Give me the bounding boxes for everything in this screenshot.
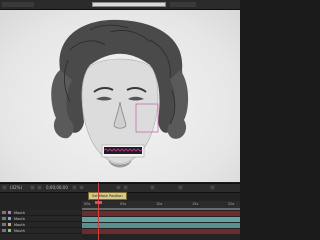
eye-icon[interactable] xyxy=(2,229,6,232)
title-bar xyxy=(0,0,240,10)
ruler-tick: 15s xyxy=(192,202,199,206)
layer-name: Mouth xyxy=(14,229,25,233)
camera-icon[interactable] xyxy=(72,185,77,190)
ruler-tick: 00s xyxy=(84,202,91,206)
layer-list: Mouth Mouth Mouth Mouth xyxy=(0,210,82,240)
ruler-tick: 10s xyxy=(156,202,163,206)
composition-viewer[interactable] xyxy=(0,10,240,182)
channel-icon[interactable] xyxy=(79,185,84,190)
playhead-line[interactable] xyxy=(98,183,99,240)
layer-track-bar[interactable] xyxy=(82,217,240,222)
tooltip: Set Mask Position xyxy=(88,192,127,200)
always-preview-toggle[interactable] xyxy=(2,185,7,190)
region-icon[interactable] xyxy=(123,185,128,190)
zoom-dropdown[interactable]: (42%) xyxy=(10,185,22,191)
label-color-swatch[interactable] xyxy=(8,229,11,232)
mask-visibility-toggle[interactable] xyxy=(37,185,42,190)
url-field[interactable] xyxy=(92,2,166,7)
eye-icon[interactable] xyxy=(2,211,6,214)
label-color-swatch[interactable] xyxy=(8,223,11,226)
layer-track-bar[interactable] xyxy=(82,211,240,216)
layer-row[interactable]: Mouth xyxy=(0,228,82,234)
timecode-display[interactable]: 0;00;00;00 xyxy=(46,185,68,191)
exposure-icon[interactable] xyxy=(210,185,215,190)
face-illustration xyxy=(51,19,189,168)
panel-tab[interactable] xyxy=(2,2,34,7)
playhead-handle[interactable] xyxy=(95,201,102,204)
label-color-swatch[interactable] xyxy=(8,217,11,220)
resolution-dropdown[interactable] xyxy=(116,185,121,190)
menu-area[interactable] xyxy=(170,2,196,7)
view-dropdown[interactable] xyxy=(150,185,155,190)
grid-toggle[interactable] xyxy=(30,185,35,190)
label-color-swatch[interactable] xyxy=(8,211,11,214)
timeline-panel: 00s 05s 10s 15s 20s Mouth Mouth Mouth Mo… xyxy=(0,193,240,240)
ruler-tick: 20s xyxy=(228,202,235,206)
eye-icon[interactable] xyxy=(2,223,6,226)
work-area-bar[interactable] xyxy=(82,208,240,210)
ruler-tick: 05s xyxy=(120,202,127,206)
fast-preview-icon[interactable] xyxy=(178,185,183,190)
eye-icon[interactable] xyxy=(2,217,6,220)
layer-track-bar[interactable] xyxy=(82,223,240,228)
layer-track-bar[interactable] xyxy=(82,229,240,234)
